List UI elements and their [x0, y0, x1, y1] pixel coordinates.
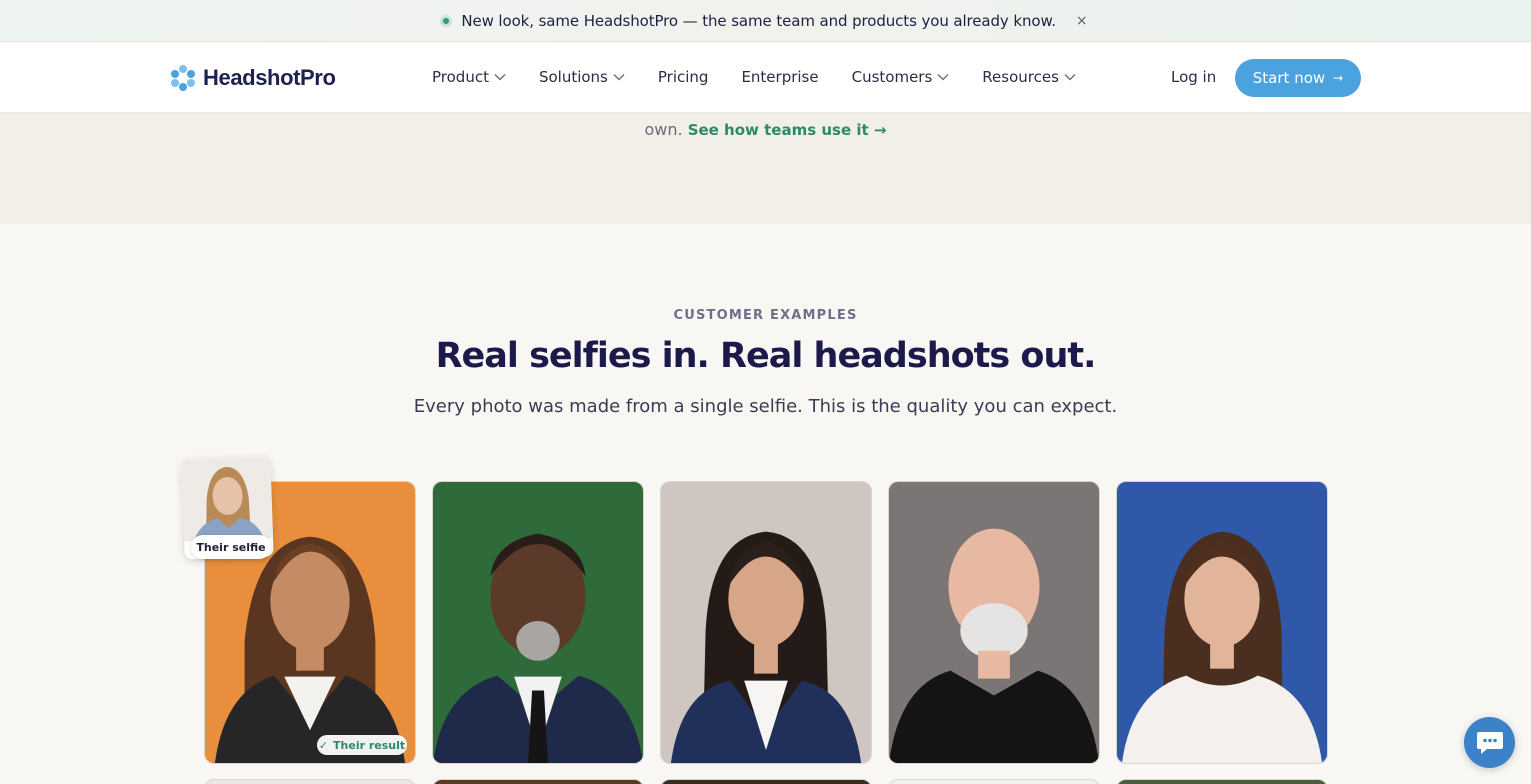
- headshot-card[interactable]: [660, 481, 872, 764]
- headshotpro-logo-icon: [171, 65, 195, 91]
- section-eyebrow: CUSTOMER EXAMPLES: [673, 308, 858, 323]
- nav-item-solutions[interactable]: Solutions: [539, 68, 625, 86]
- result-badge: ✓ Their result: [317, 735, 407, 755]
- nav-item-enterprise[interactable]: Enterprise: [741, 68, 818, 86]
- hero-section: own. See how teams use it →: [0, 113, 1531, 224]
- top-navigation: HeadshotPro Product Solutions Pricing En…: [0, 43, 1531, 113]
- chat-bubble-icon: [1476, 731, 1503, 754]
- nav-item-product[interactable]: Product: [432, 68, 506, 86]
- main-menu: Product Solutions Pricing Enterprise Cus…: [432, 68, 1109, 86]
- arrow-right-icon: →: [1333, 71, 1344, 85]
- section-title: Real selfies in. Real headshots out.: [435, 336, 1097, 376]
- chevron-down-icon: [613, 74, 625, 81]
- close-icon[interactable]: ×: [1076, 13, 1088, 29]
- nav-item-customers[interactable]: Customers: [852, 68, 950, 86]
- nav-item-label: Resources: [982, 68, 1059, 86]
- headshot-card[interactable]: [432, 481, 644, 764]
- headshot-photo: [433, 482, 643, 763]
- start-now-button[interactable]: Start now →: [1235, 59, 1361, 97]
- nav-item-label: Enterprise: [741, 68, 819, 86]
- headshot-card[interactable]: [660, 779, 872, 784]
- hero-tail-text: own.: [644, 120, 683, 139]
- headshot-card[interactable]: [888, 779, 1100, 784]
- headshot-card[interactable]: [888, 481, 1100, 764]
- brand-name: HeadshotPro: [203, 65, 336, 90]
- hero-tail-line: own. See how teams use it →: [0, 120, 1531, 139]
- headshot-photo: [1117, 482, 1327, 763]
- headshot-photo: [889, 482, 1099, 763]
- chat-widget-button[interactable]: [1464, 717, 1515, 768]
- announcement-text: New look, same HeadshotPro — the same te…: [461, 11, 1056, 30]
- announcement-bar: New look, same HeadshotPro — the same te…: [0, 0, 1531, 42]
- brand-logo[interactable]: HeadshotPro: [169, 64, 336, 92]
- selfie-photo: [181, 456, 274, 542]
- nav-item-label: Product: [432, 68, 489, 86]
- result-label: Their result: [333, 738, 406, 752]
- chevron-down-icon: [494, 74, 506, 81]
- nav-item-pricing[interactable]: Pricing: [658, 68, 709, 86]
- selfie-label: Their selfie: [191, 535, 271, 559]
- login-link[interactable]: Log in: [1171, 68, 1216, 86]
- chevron-down-icon: [937, 74, 949, 81]
- nav-item-label: Customers: [851, 68, 933, 86]
- headshot-card[interactable]: [1116, 779, 1328, 784]
- nav-item-label: Solutions: [538, 68, 608, 86]
- chevron-down-icon: [1064, 74, 1076, 81]
- nav-item-resources[interactable]: Resources: [982, 68, 1076, 86]
- link-label: See how teams use it: [687, 121, 869, 139]
- headshot-card[interactable]: [432, 779, 644, 784]
- check-icon: ✓: [318, 738, 329, 752]
- nav-item-label: Pricing: [657, 68, 709, 86]
- headshot-card[interactable]: [1116, 481, 1328, 764]
- see-how-teams-link[interactable]: See how teams use it →: [688, 121, 887, 139]
- start-now-label: Start now: [1252, 69, 1326, 87]
- section-subtitle: Every photo was made from a single selfi…: [413, 396, 1118, 417]
- arrow-right-icon: →: [873, 121, 887, 139]
- headshot-card[interactable]: [204, 779, 416, 784]
- status-dot: [443, 17, 450, 24]
- headshot-photo: [661, 482, 871, 763]
